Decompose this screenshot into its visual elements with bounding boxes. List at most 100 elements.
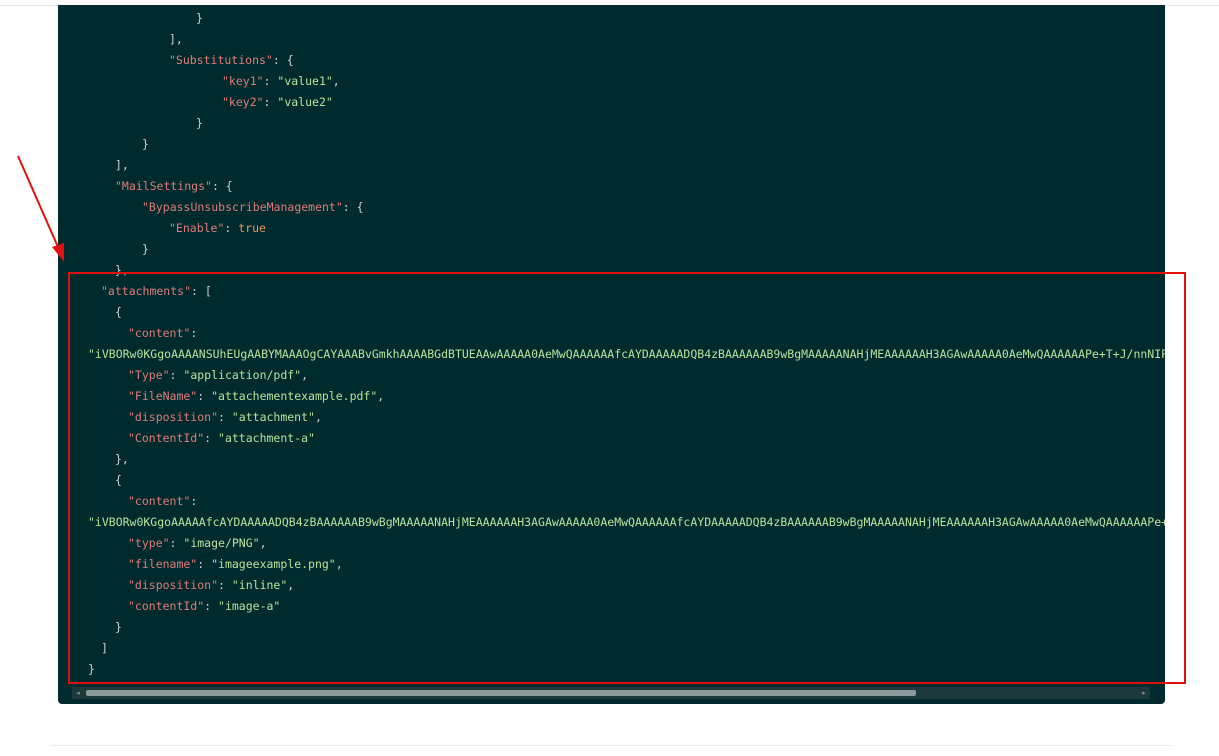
code-line: } bbox=[142, 134, 149, 155]
code-line: "FileName": "attachementexample.pdf", bbox=[128, 386, 384, 407]
code-token: "ContentId" bbox=[128, 431, 205, 445]
code-token: : bbox=[263, 95, 278, 109]
code-token: "content" bbox=[128, 326, 191, 340]
code-token: "disposition" bbox=[128, 410, 219, 424]
code-token: "MailSettings" bbox=[115, 179, 212, 193]
code-line: } bbox=[142, 239, 149, 260]
code-line: "Enable": true bbox=[169, 218, 266, 239]
code-token: : bbox=[197, 389, 212, 403]
code-token: , bbox=[377, 389, 385, 403]
code-token: "contentId" bbox=[128, 599, 205, 613]
code-token: "value1" bbox=[277, 74, 333, 88]
scroll-right-arrow-icon[interactable]: ▸ bbox=[1138, 687, 1150, 699]
scrollbar-thumb[interactable] bbox=[86, 690, 916, 696]
code-token: "attachementexample.pdf" bbox=[211, 389, 378, 403]
code-token: "FileName" bbox=[128, 389, 198, 403]
horizontal-scrollbar[interactable]: ◂ ▸ bbox=[72, 687, 1150, 699]
code-line: ] bbox=[101, 638, 108, 659]
code-token: ] bbox=[101, 641, 108, 655]
code-token: "image-a" bbox=[218, 599, 281, 613]
code-token: : bbox=[169, 368, 184, 382]
code-token: : bbox=[190, 326, 198, 340]
code-line: }, bbox=[115, 449, 129, 470]
code-token: : bbox=[197, 557, 212, 571]
code-token: "type" bbox=[128, 536, 170, 550]
code-token: , bbox=[301, 368, 309, 382]
code-token: , bbox=[287, 578, 295, 592]
code-token: "key1" bbox=[222, 74, 264, 88]
code-token: "attachment-a" bbox=[218, 431, 315, 445]
code-token: "content" bbox=[128, 494, 191, 508]
code-line: } bbox=[196, 113, 203, 134]
code-line: "iVBORw0KGgoAAAANSUhEUgAABYMAAAOgCAYAAAB… bbox=[88, 344, 1165, 365]
code-token: : bbox=[263, 74, 278, 88]
code-token: : bbox=[204, 599, 219, 613]
code-line: "MailSettings": { bbox=[115, 176, 233, 197]
code-line: } bbox=[88, 659, 95, 680]
code-token: "iVBORw0KGgoAAAANSUhEUgAABYMAAAOgCAYAAAB… bbox=[88, 347, 1165, 361]
code-line: } bbox=[115, 617, 122, 638]
code-line: "contentId": "image-a" bbox=[128, 596, 280, 617]
code-line: "content": bbox=[128, 491, 197, 512]
code-token: } bbox=[196, 11, 203, 25]
code-line: "key2": "value2" bbox=[222, 92, 333, 113]
code-line: "attachments": [ bbox=[101, 281, 212, 302]
scroll-left-arrow-icon[interactable]: ◂ bbox=[72, 687, 84, 699]
code-token: "imageexample.png" bbox=[211, 557, 336, 571]
code-line: "content": bbox=[128, 323, 197, 344]
code-token: "image/PNG" bbox=[183, 536, 260, 550]
code-line: ], bbox=[169, 29, 183, 50]
code-lines: }], "Substitutions": {"key1": "value1", "k… bbox=[58, 5, 1165, 685]
code-token: "key2" bbox=[222, 95, 264, 109]
code-token: { bbox=[115, 305, 122, 319]
code-block: }], "Substitutions": {"key1": "value1", "k… bbox=[58, 5, 1165, 704]
code-line: "type": "image/PNG", bbox=[128, 533, 267, 554]
code-line: "ContentId": "attachment-a" bbox=[128, 428, 315, 449]
code-line: "Type": "application/pdf", bbox=[128, 365, 308, 386]
code-token: "disposition" bbox=[128, 578, 219, 592]
code-token: : { bbox=[211, 179, 233, 193]
code-token: ], bbox=[169, 32, 183, 46]
code-line: "disposition": "attachment", bbox=[128, 407, 322, 428]
code-line: }, bbox=[115, 260, 129, 281]
code-line: } bbox=[196, 8, 203, 29]
code-token: "value2" bbox=[277, 95, 333, 109]
code-token: "iVBORw0KGgoAAAAAfcAYDAAAAADQB4zBAAAAAAB… bbox=[88, 515, 1165, 529]
code-token: } bbox=[196, 116, 203, 130]
code-token: true bbox=[238, 221, 266, 235]
code-token: ], bbox=[115, 158, 129, 172]
code-token: "filename" bbox=[128, 557, 198, 571]
code-line: { bbox=[115, 302, 122, 323]
code-token: "Type" bbox=[128, 368, 170, 382]
code-token: : bbox=[190, 494, 198, 508]
code-token: "BypassUnsubscribeManagement" bbox=[142, 200, 343, 214]
code-token: }, bbox=[115, 452, 129, 466]
code-token: } bbox=[115, 620, 122, 634]
code-line: "disposition": "inline", bbox=[128, 575, 294, 596]
code-token: : bbox=[204, 431, 219, 445]
code-token: : bbox=[218, 410, 232, 424]
code-token: : { bbox=[272, 53, 294, 67]
code-token: , bbox=[335, 557, 343, 571]
code-line: ], bbox=[115, 155, 129, 176]
code-token: "inline" bbox=[231, 578, 288, 592]
code-line: "iVBORw0KGgoAAAAAfcAYDAAAAADQB4zBAAAAAAB… bbox=[88, 512, 1165, 533]
code-line: "Substitutions": { bbox=[169, 50, 294, 71]
code-line: { bbox=[115, 470, 122, 491]
code-token: "Substitutions" bbox=[169, 53, 273, 67]
page: }], "Substitutions": {"key1": "value1", "k… bbox=[0, 0, 1219, 756]
code-token: { bbox=[115, 473, 122, 487]
code-token: "attachment" bbox=[231, 410, 315, 424]
code-token: : bbox=[218, 578, 232, 592]
code-token: : bbox=[169, 536, 184, 550]
code-line: "key1": "value1", bbox=[222, 71, 340, 92]
code-token: : { bbox=[342, 200, 364, 214]
code-token: } bbox=[142, 137, 149, 151]
code-line: "filename": "imageexample.png", bbox=[128, 554, 343, 575]
code-token: , bbox=[332, 74, 340, 88]
code-token: , bbox=[314, 410, 322, 424]
code-token: } bbox=[88, 662, 95, 676]
code-token: : bbox=[224, 221, 239, 235]
code-line: "BypassUnsubscribeManagement": { bbox=[142, 197, 364, 218]
code-token: "Enable" bbox=[169, 221, 225, 235]
